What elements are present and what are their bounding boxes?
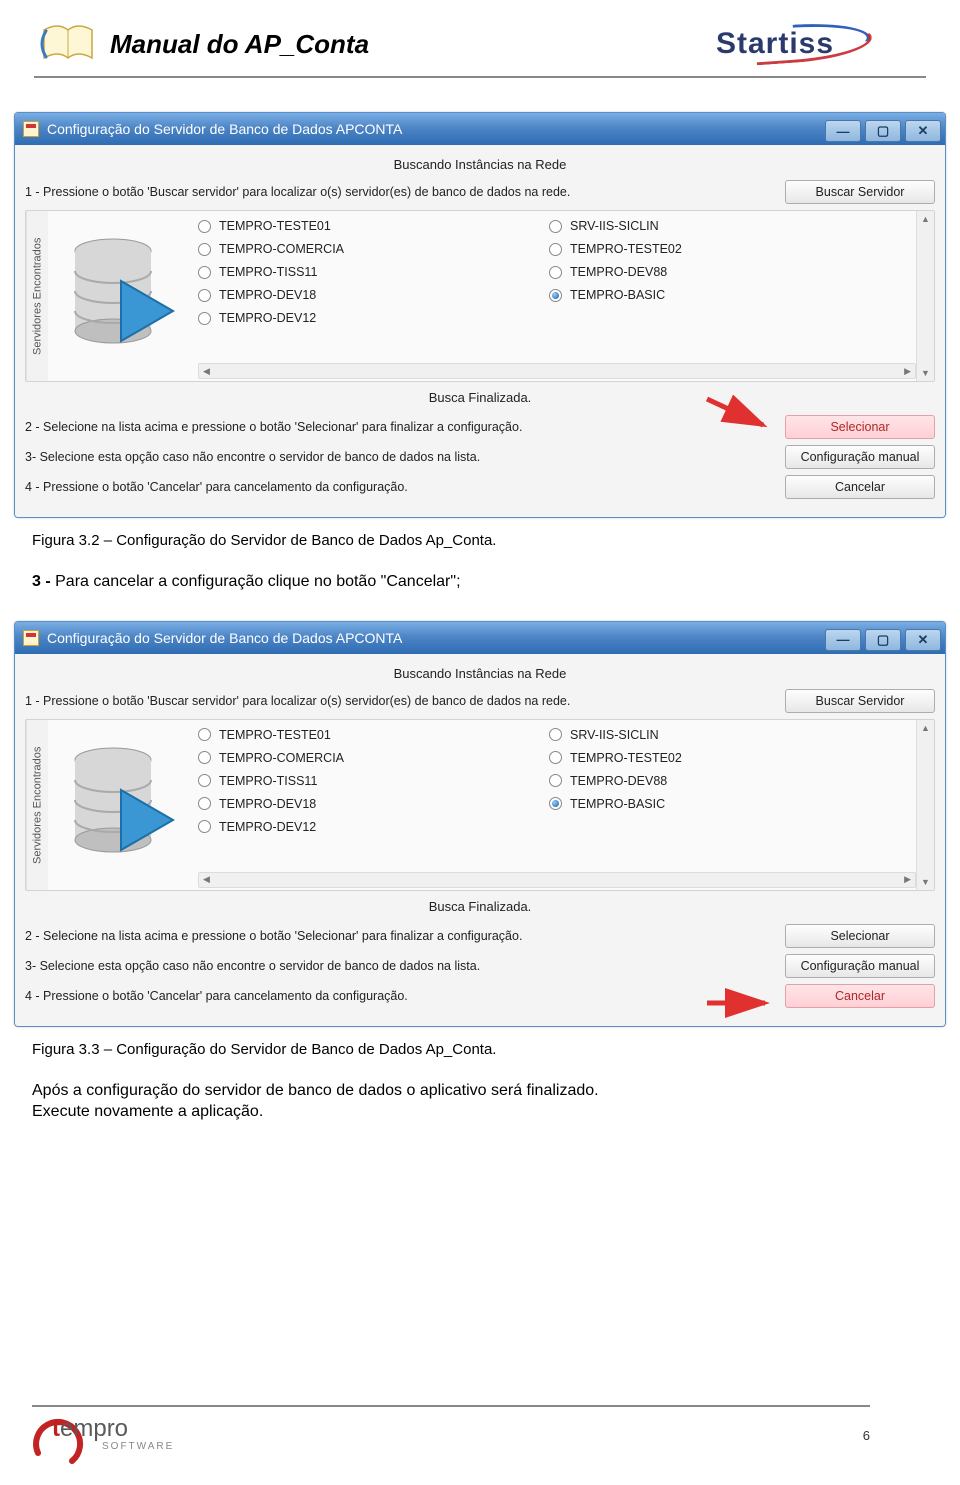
minimize-button[interactable]: — (825, 120, 861, 142)
servers-col-1: TEMPRO-TESTE01 TEMPRO-COMERCIA TEMPRO-TI… (198, 211, 549, 381)
cancelar-button[interactable]: Cancelar (785, 984, 935, 1008)
server-option[interactable]: TEMPRO-TESTE02 (549, 751, 896, 765)
page-number: 6 (863, 1428, 870, 1443)
cancelar-button[interactable]: Cancelar (785, 475, 935, 499)
configuracao-manual-button[interactable]: Configuração manual (785, 954, 935, 978)
server-option[interactable]: TEMPRO-TISS11 (198, 265, 545, 279)
searching-label: Buscando Instâncias na Rede (25, 157, 935, 172)
status-text: Busca Finalizada. (25, 899, 935, 914)
document-title: Manual do AP_Conta (110, 29, 369, 60)
server-option[interactable]: TEMPRO-COMERCIA (198, 242, 545, 256)
body-paragraph-2: Após a configuração do servidor de banco… (32, 1080, 960, 1123)
server-option[interactable]: SRV-IIS-SICLIN (549, 728, 896, 742)
servers-col-2: SRV-IIS-SICLIN TEMPRO-TESTE02 TEMPRO-DEV… (549, 720, 916, 890)
servers-col-1: TEMPRO-TESTE01 TEMPRO-COMERCIA TEMPRO-TI… (198, 720, 549, 890)
book-icon (40, 20, 96, 68)
server-option[interactable]: TEMPRO-DEV18 (198, 288, 545, 302)
page-header: Manual do AP_Conta Startiss (0, 0, 960, 76)
server-option[interactable]: TEMPRO-DEV18 (198, 797, 545, 811)
servers-panel: Servidores Encontrados TEMPRO-TESTE01 TE… (25, 719, 935, 891)
searching-label: Buscando Instâncias na Rede (25, 666, 935, 681)
buscar-servidor-button[interactable]: Buscar Servidor (785, 689, 935, 713)
maximize-button[interactable]: ▢ (865, 120, 901, 142)
server-option[interactable]: TEMPRO-TESTE01 (198, 219, 545, 233)
titlebar: Configuração do Servidor de Banco de Dad… (15, 113, 945, 145)
step-4-text: 4 - Pressione o botão 'Cancelar' para ca… (25, 480, 779, 494)
horizontal-scrollbar[interactable]: ◀▶ (198, 363, 916, 379)
server-option[interactable]: TEMPRO-DEV12 (198, 311, 545, 325)
servers-col-2: SRV-IIS-SICLIN TEMPRO-TESTE02 TEMPRO-DEV… (549, 211, 916, 381)
server-option[interactable]: TEMPRO-TESTE02 (549, 242, 896, 256)
startiss-logo: Startiss (680, 18, 870, 70)
window-title: Configuração do Servidor de Banco de Dad… (47, 630, 402, 646)
servers-panel: Servidores Encontrados TEMPRO-TESTE01 TE… (25, 210, 935, 382)
selecionar-button[interactable]: Selecionar (785, 415, 935, 439)
buscar-servidor-button[interactable]: Buscar Servidor (785, 180, 935, 204)
database-icon (48, 211, 198, 381)
window-icon (23, 630, 39, 646)
step-3-text: 3- Selecione esta opção caso não encontr… (25, 450, 779, 464)
server-option[interactable]: SRV-IIS-SICLIN (549, 219, 896, 233)
window-icon (23, 121, 39, 137)
tempro-logo: tempro SOFTWARE (32, 1413, 172, 1457)
step-1-text: 1 - Pressione o botão 'Buscar servidor' … (25, 694, 779, 708)
step-4-text: 4 - Pressione o botão 'Cancelar' para ca… (25, 989, 779, 1003)
server-option[interactable]: TEMPRO-BASIC (549, 288, 896, 302)
status-text: Busca Finalizada. (25, 390, 935, 405)
server-option[interactable]: TEMPRO-BASIC (549, 797, 896, 811)
minimize-button[interactable]: — (825, 629, 861, 651)
server-option[interactable]: TEMPRO-TESTE01 (198, 728, 545, 742)
database-icon (48, 720, 198, 890)
close-button[interactable]: ✕ (905, 629, 941, 651)
titlebar: Configuração do Servidor de Banco de Dad… (15, 622, 945, 654)
servers-panel-label: Servidores Encontrados (26, 211, 48, 381)
vertical-scrollbar[interactable]: ▲ ▼ (916, 211, 934, 381)
configuracao-manual-button[interactable]: Configuração manual (785, 445, 935, 469)
config-window-1: Configuração do Servidor de Banco de Dad… (14, 112, 946, 518)
server-option[interactable]: TEMPRO-COMERCIA (198, 751, 545, 765)
server-option[interactable]: TEMPRO-DEV12 (198, 820, 545, 834)
server-option[interactable]: TEMPRO-TISS11 (198, 774, 545, 788)
figure-caption-33: Figura 3.3 – Configuração do Servidor de… (32, 1041, 960, 1058)
step-1-text: 1 - Pressione o botão 'Buscar servidor' … (25, 185, 779, 199)
server-option[interactable]: TEMPRO-DEV88 (549, 774, 896, 788)
selecionar-button[interactable]: Selecionar (785, 924, 935, 948)
config-window-2: Configuração do Servidor de Banco de Dad… (14, 621, 946, 1027)
page-footer: tempro SOFTWARE 6 (0, 1405, 960, 1457)
footer-divider (32, 1405, 870, 1407)
body-paragraph-1: 3 - Para cancelar a configuração clique … (32, 571, 960, 593)
maximize-button[interactable]: ▢ (865, 629, 901, 651)
horizontal-scrollbar[interactable]: ◀▶ (198, 872, 916, 888)
vertical-scrollbar[interactable]: ▲ ▼ (916, 720, 934, 890)
step-3-text: 3- Selecione esta opção caso não encontr… (25, 959, 779, 973)
server-option[interactable]: TEMPRO-DEV88 (549, 265, 896, 279)
window-title: Configuração do Servidor de Banco de Dad… (47, 121, 402, 137)
close-button[interactable]: ✕ (905, 120, 941, 142)
figure-caption-32: Figura 3.2 – Configuração do Servidor de… (32, 532, 960, 549)
step-2-text: 2 - Selecione na lista acima e pressione… (25, 420, 779, 434)
step-2-text: 2 - Selecione na lista acima e pressione… (25, 929, 779, 943)
header-divider (34, 76, 926, 78)
servers-panel-label: Servidores Encontrados (26, 720, 48, 890)
